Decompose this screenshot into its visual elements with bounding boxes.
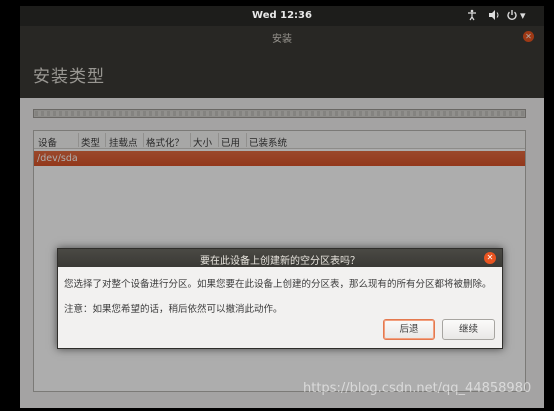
watermark: https://blog.csdn.net/qq_44858980 [303,381,532,396]
dialog-close-button[interactable]: ✕ [484,252,496,264]
confirm-dialog: 要在此设备上创建新的空分区表吗？ ✕ 您选择了对整个设备进行分区。如果您要在此设… [57,248,503,349]
accessibility-icon[interactable] [466,9,478,24]
dialog-note: 注意：如果您希望的话，稍后依然可以撤消此动作。 [64,304,283,315]
modal-overlay [20,26,544,408]
back-button[interactable]: 后退 [383,319,435,340]
volume-icon[interactable] [488,9,500,24]
power-icon[interactable] [506,9,518,24]
dialog-message: 您选择了对整个设备进行分区。如果您要在此设备上创建的分区表，那么现有的所有分区都… [64,279,492,290]
continue-button[interactable]: 继续 [442,319,495,340]
dialog-titlebar[interactable]: 要在此设备上创建新的空分区表吗？ ✕ [58,249,502,267]
menu-arrow-icon[interactable]: ▾ [520,9,526,22]
top-panel: Wed 12:36 ▾ [20,6,544,26]
dialog-title: 要在此设备上创建新的空分区表吗？ [200,256,360,267]
